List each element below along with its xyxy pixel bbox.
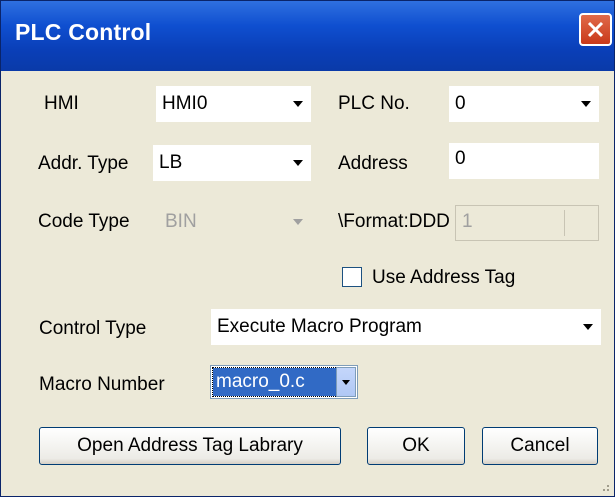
hmi-select[interactable]: HMI0 [156,86,311,122]
dialog-body: HMI HMI0 PLC No. 0 Addr. Type LB Address… [1,71,614,496]
chevron-down-icon [293,160,303,166]
addr-type-select[interactable]: LB [153,145,311,181]
plc-no-label: PLC No. [338,93,410,114]
macro-number-value: macro_0.c [216,371,305,392]
plc-no-select[interactable]: 0 [449,86,599,122]
plc-no-value: 0 [455,93,466,114]
addr-type-value: LB [159,152,183,173]
window-title: PLC Control [15,19,152,45]
chevron-down-icon [342,380,350,385]
address-label: Address [338,153,408,174]
close-icon [587,21,604,38]
cancel-button[interactable]: Cancel [482,427,598,465]
code-type-select[interactable]: BIN [159,204,311,240]
title-bar[interactable]: PLC Control [1,1,614,71]
control-type-select[interactable]: Execute Macro Program [211,309,601,345]
code-type-value: BIN [165,211,197,232]
close-button[interactable] [579,13,612,46]
chevron-down-icon [583,324,593,330]
ok-button[interactable]: OK [367,427,465,465]
plc-control-dialog: PLC Control HMI HMI0 PLC No. 0 Addr. Typ… [0,0,615,497]
macro-number-selection: macro_0.c [212,367,338,397]
macro-number-select[interactable]: macro_0.c [210,365,358,399]
chevron-down-icon [293,219,303,225]
format-input[interactable]: 1 [455,205,599,241]
macro-number-dropdown-button[interactable] [336,367,356,397]
resize-grip-icon[interactable] [598,480,610,492]
chevron-down-icon [581,101,591,107]
code-type-label: Code Type [38,211,130,232]
addr-type-label: Addr. Type [38,153,129,174]
hmi-label: HMI [44,93,79,114]
macro-number-label: Macro Number [39,374,165,395]
control-type-label: Control Type [39,318,147,339]
use-address-tag-label: Use Address Tag [372,267,516,288]
address-input[interactable]: 0 [449,143,599,179]
hmi-value: HMI0 [162,93,208,114]
use-address-tag-checkbox[interactable] [342,267,362,287]
format-segment [564,210,599,236]
format-label: \Format:DDD [338,211,450,232]
chevron-down-icon [293,101,303,107]
open-address-tag-library-button[interactable]: Open Address Tag Labrary [39,427,341,465]
control-type-value: Execute Macro Program [217,316,422,337]
address-value: 0 [455,148,466,169]
format-value: 1 [462,211,473,232]
